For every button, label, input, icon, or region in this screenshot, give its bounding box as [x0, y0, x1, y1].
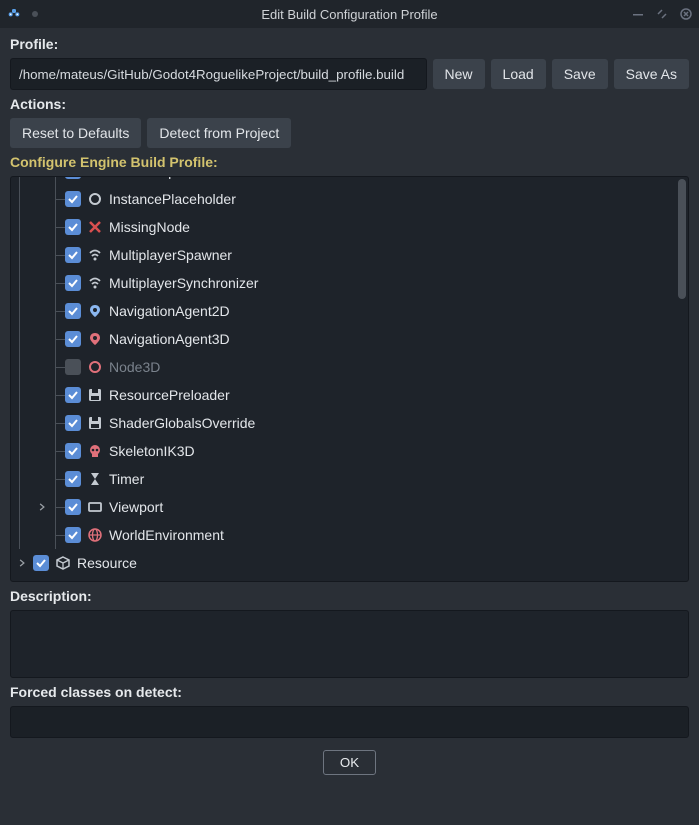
save-icon [87, 387, 103, 403]
class-label: MultiplayerSpawner [109, 247, 232, 263]
class-checkbox[interactable] [65, 247, 81, 263]
tree-row[interactable]: NavigationAgent2D [11, 297, 688, 325]
forced-classes-label: Forced classes on detect: [10, 684, 689, 700]
class-checkbox[interactable] [33, 555, 49, 571]
class-label: Node3D [109, 359, 160, 375]
tree-row[interactable]: NavigationAgent3D [11, 325, 688, 353]
expand-icon[interactable] [37, 502, 47, 512]
class-label: ShaderGlobalsOverride [109, 415, 255, 431]
tree-row[interactable]: Timer [11, 465, 688, 493]
class-label: Timer [109, 471, 144, 487]
pin-icon [32, 11, 38, 17]
tree-row[interactable]: MultiplayerSpawner [11, 241, 688, 269]
class-checkbox[interactable] [65, 359, 81, 375]
class-checkbox[interactable] [65, 176, 81, 179]
circle-icon [87, 191, 103, 207]
save-button[interactable]: Save [552, 59, 608, 89]
class-checkbox[interactable] [65, 415, 81, 431]
description-box [10, 610, 689, 678]
configure-label: Configure Engine Build Profile: [10, 154, 689, 170]
tree-row[interactable]: WorldEnvironment [11, 521, 688, 549]
hourglass-icon [87, 471, 103, 487]
tree-row[interactable]: SkeletonIK3D [11, 437, 688, 465]
class-checkbox[interactable] [65, 527, 81, 543]
skull-icon [87, 443, 103, 459]
circle-icon [87, 359, 103, 375]
class-label: NavigationAgent3D [109, 331, 230, 347]
class-label: NavigationAgent2D [109, 303, 230, 319]
save-icon [87, 415, 103, 431]
new-button[interactable]: New [433, 59, 485, 89]
maximize-button[interactable] [655, 7, 669, 21]
class-label: Viewport [109, 499, 163, 515]
wifi-icon [87, 275, 103, 291]
forced-classes-input[interactable] [10, 706, 689, 738]
class-checkbox[interactable] [65, 191, 81, 207]
class-label: HTTPRequest [109, 176, 198, 179]
http-icon [87, 176, 103, 179]
class-checkbox[interactable] [65, 387, 81, 403]
class-checkbox[interactable] [65, 275, 81, 291]
wifi-icon [87, 247, 103, 263]
tree-row[interactable]: ResourcePreloader [11, 381, 688, 409]
pin-icon [87, 331, 103, 347]
tree-row[interactable]: MultiplayerSynchronizer [11, 269, 688, 297]
load-button[interactable]: Load [491, 59, 546, 89]
class-label: MissingNode [109, 219, 190, 235]
pin-icon [87, 303, 103, 319]
description-label: Description: [10, 588, 689, 604]
save-as-button[interactable]: Save As [614, 59, 689, 89]
tree-row[interactable]: Node3D [11, 353, 688, 381]
app-logo-icon [6, 5, 22, 24]
tree-row[interactable]: Resource [11, 549, 688, 577]
window-title: Edit Build Configuration Profile [0, 7, 699, 22]
tree-row[interactable]: InstancePlaceholder [11, 185, 688, 213]
cube-icon [55, 555, 71, 571]
class-label: ResourcePreloader [109, 387, 230, 403]
titlebar: Edit Build Configuration Profile [0, 0, 699, 28]
class-checkbox[interactable] [65, 443, 81, 459]
ok-button[interactable]: OK [323, 750, 376, 775]
close-button[interactable] [679, 7, 693, 21]
profile-label: Profile: [10, 36, 689, 52]
class-checkbox[interactable] [65, 331, 81, 347]
class-tree[interactable]: HTTPRequest InstancePlaceholder MissingNod… [10, 176, 689, 582]
class-label: MultiplayerSynchronizer [109, 275, 258, 291]
class-label: SkeletonIK3D [109, 443, 195, 459]
tree-row[interactable]: ShaderGlobalsOverride [11, 409, 688, 437]
expand-icon[interactable] [17, 558, 27, 568]
rect-icon [87, 499, 103, 515]
tree-scrollbar[interactable] [678, 179, 686, 299]
reset-button[interactable]: Reset to Defaults [10, 118, 141, 148]
profile-path-input[interactable] [10, 58, 427, 90]
class-checkbox[interactable] [65, 499, 81, 515]
minimize-button[interactable] [631, 7, 645, 21]
actions-label: Actions: [10, 96, 689, 112]
globe-icon [87, 527, 103, 543]
class-checkbox[interactable] [65, 303, 81, 319]
class-label: WorldEnvironment [109, 527, 224, 543]
class-checkbox[interactable] [65, 219, 81, 235]
tree-row[interactable]: Viewport [11, 493, 688, 521]
tree-row[interactable]: MissingNode [11, 213, 688, 241]
tree-row[interactable]: HTTPRequest [11, 176, 688, 185]
detect-button[interactable]: Detect from Project [147, 118, 291, 148]
class-label: InstancePlaceholder [109, 191, 236, 207]
class-label: Resource [77, 555, 137, 571]
class-checkbox[interactable] [65, 471, 81, 487]
x-icon [87, 219, 103, 235]
